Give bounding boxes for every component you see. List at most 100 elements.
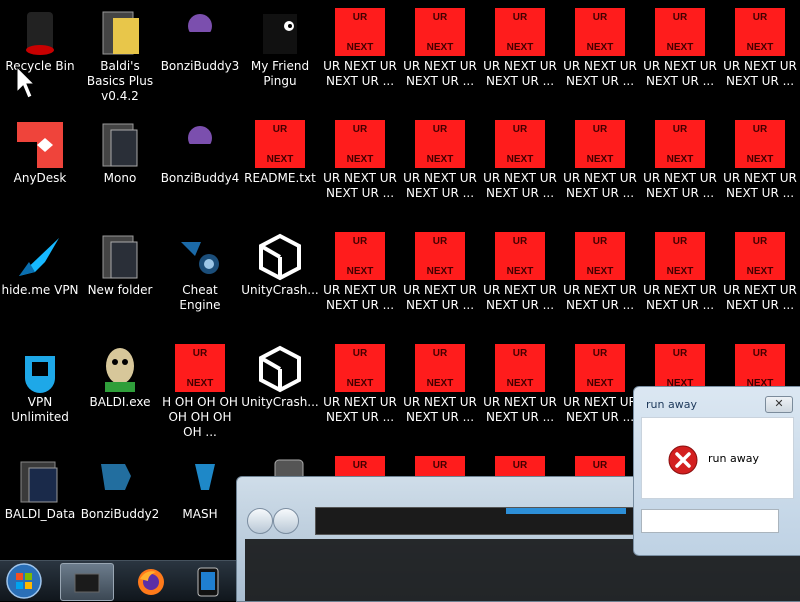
desktop-icon-ur-next[interactable]: UR NEXT UR NEXT UR NEXT UR ... bbox=[400, 226, 480, 336]
icon-label: UnityCrash... bbox=[241, 395, 319, 409]
mouse-cursor-icon bbox=[16, 66, 34, 99]
icon-label: UR NEXT UR NEXT UR ... bbox=[323, 59, 397, 88]
hideme-vpn-icon bbox=[19, 238, 59, 276]
ur-next-icon: UR NEXT bbox=[575, 232, 625, 280]
icon-label: UR NEXT UR NEXT UR ... bbox=[643, 283, 717, 312]
anydesk-icon bbox=[15, 122, 63, 168]
unity-icon bbox=[259, 345, 301, 393]
desktop-icon-readme[interactable]: UR NEXT README.txt bbox=[240, 114, 320, 224]
desktop-icon-ur-next[interactable]: UR NEXT UR NEXT UR NEXT UR ... bbox=[480, 338, 560, 448]
bonzibuddy-icon bbox=[101, 464, 131, 490]
desktop-icon-unitycrash-2[interactable]: UnityCrash... bbox=[240, 338, 320, 448]
ur-next-icon: UR NEXT bbox=[175, 344, 225, 392]
ur-next-icon: UR NEXT bbox=[735, 8, 785, 56]
ur-next-icon: UR NEXT bbox=[575, 8, 625, 56]
ur-next-icon: UR NEXT bbox=[495, 344, 545, 392]
progress-highlight bbox=[506, 508, 626, 514]
icon-label: UR NEXT UR NEXT UR ... bbox=[483, 395, 557, 424]
folder-icon bbox=[74, 573, 100, 593]
icon-label: BonziBuddy2 bbox=[80, 507, 160, 521]
desktop-icon-anydesk[interactable]: AnyDesk bbox=[0, 114, 80, 224]
desktop-icon-vpn-unlimited[interactable]: VPN Unlimited bbox=[0, 338, 80, 448]
desktop-icon-mash[interactable]: MASH bbox=[160, 450, 240, 560]
desktop-icon-ur-next[interactable]: UR NEXT UR NEXT UR NEXT UR ... bbox=[320, 338, 400, 448]
desktop-icon-ur-next[interactable]: UR NEXT UR NEXT UR NEXT UR ... bbox=[720, 2, 800, 112]
icon-label: UR NEXT UR NEXT UR ... bbox=[643, 59, 717, 88]
icon-label: UR NEXT UR NEXT UR ... bbox=[403, 171, 477, 200]
ur-next-icon: UR NEXT bbox=[335, 120, 385, 168]
taskbar-explorer-button[interactable] bbox=[60, 563, 114, 601]
desktop-icon-mono[interactable]: Mono bbox=[80, 114, 160, 224]
desktop-icon-hideme-vpn[interactable]: hide.me VPN bbox=[0, 226, 80, 336]
desktop-icon-h-oh-oh[interactable]: UR NEXT H OH OH OH OH OH OH OH ... bbox=[160, 338, 240, 448]
desktop-icon-ur-next[interactable]: UR NEXT UR NEXT UR NEXT UR ... bbox=[560, 114, 640, 224]
taskbar-app-button[interactable] bbox=[182, 563, 234, 599]
desktop-icon-ur-next[interactable]: UR NEXT UR NEXT UR NEXT UR ... bbox=[320, 226, 400, 336]
desktop-icon-bonzibuddy2[interactable]: BonziBuddy2 bbox=[80, 450, 160, 560]
folder-icon bbox=[20, 461, 58, 503]
desktop-icon-ur-next[interactable]: UR NEXT UR NEXT UR NEXT UR ... bbox=[720, 226, 800, 336]
dialog-title: run away bbox=[646, 398, 697, 411]
cheat-engine-icon bbox=[181, 242, 219, 274]
icon-label: BALDI_Data bbox=[4, 507, 76, 521]
dialog-message: run away bbox=[708, 452, 759, 465]
start-button[interactable] bbox=[4, 562, 44, 600]
desktop-icon-ur-next[interactable]: UR NEXT UR NEXT UR NEXT UR ... bbox=[480, 114, 560, 224]
forward-button[interactable] bbox=[273, 508, 299, 534]
desktop-icon-ur-next[interactable]: UR NEXT UR NEXT UR NEXT UR ... bbox=[320, 2, 400, 112]
desktop-icon-my-friend-pingu[interactable]: My Friend Pingu bbox=[240, 2, 320, 112]
dialog-input[interactable] bbox=[641, 509, 779, 533]
icon-label: UR NEXT UR NEXT UR ... bbox=[643, 171, 717, 200]
icon-label: UR NEXT UR NEXT UR ... bbox=[563, 395, 637, 424]
desktop-icon-ur-next[interactable]: UR NEXT UR NEXT UR NEXT UR ... bbox=[560, 226, 640, 336]
desktop-icon-ur-next[interactable]: UR NEXT UR NEXT UR NEXT UR ... bbox=[320, 114, 400, 224]
close-button[interactable]: ✕ bbox=[765, 396, 793, 413]
taskbar-firefox-button[interactable] bbox=[124, 563, 176, 599]
icon-label: UR NEXT UR NEXT UR ... bbox=[483, 283, 557, 312]
icon-label: Mono bbox=[103, 171, 137, 185]
icon-label: README.txt bbox=[244, 171, 316, 185]
desktop-icon-bonzibuddy4[interactable]: BonziBuddy4 bbox=[160, 114, 240, 224]
desktop-icon-ur-next[interactable]: UR NEXT UR NEXT UR NEXT UR ... bbox=[480, 226, 560, 336]
desktop-icon-ur-next[interactable]: UR NEXT UR NEXT UR NEXT UR ... bbox=[640, 2, 720, 112]
ur-next-icon: UR NEXT bbox=[415, 232, 465, 280]
phone-icon bbox=[197, 567, 219, 597]
ur-next-icon: UR NEXT bbox=[415, 120, 465, 168]
desktop-icon-recycle-bin[interactable]: Recycle Bin bbox=[0, 2, 80, 112]
desktop-icon-ur-next[interactable]: UR NEXT UR NEXT UR NEXT UR ... bbox=[480, 2, 560, 112]
bonzibuddy-icon bbox=[188, 126, 212, 166]
desktop-icon-baldi-exe[interactable]: BALDI.exe bbox=[80, 338, 160, 448]
ur-next-icon: UR NEXT bbox=[735, 344, 785, 392]
desktop-icon-ur-next[interactable]: UR NEXT UR NEXT UR NEXT UR ... bbox=[400, 338, 480, 448]
back-button[interactable] bbox=[247, 508, 273, 534]
ur-next-icon: UR NEXT bbox=[335, 8, 385, 56]
desktop-icon-ur-next[interactable]: UR NEXT UR NEXT UR NEXT UR ... bbox=[640, 114, 720, 224]
icon-label: Baldi's Basics Plus v0.4.2 bbox=[86, 59, 154, 103]
ur-next-icon: UR NEXT bbox=[415, 8, 465, 56]
icon-label: UR NEXT UR NEXT UR ... bbox=[403, 283, 477, 312]
icon-label: UR NEXT UR NEXT UR ... bbox=[723, 59, 797, 88]
vpn-unlimited-icon bbox=[25, 356, 55, 393]
desktop-icon-baldis-basics[interactable]: Baldi's Basics Plus v0.4.2 bbox=[80, 2, 160, 112]
desktop-icon-bonzibuddy3[interactable]: BonziBuddy3 bbox=[160, 2, 240, 112]
desktop-icon-ur-next[interactable]: UR NEXT UR NEXT UR NEXT UR ... bbox=[560, 338, 640, 448]
icon-label: Cheat Engine bbox=[179, 283, 221, 312]
ur-next-icon: UR NEXT bbox=[335, 232, 385, 280]
ur-next-icon: UR NEXT bbox=[735, 232, 785, 280]
icon-label: UR NEXT UR NEXT UR ... bbox=[323, 395, 397, 424]
desktop-icon-ur-next[interactable]: UR NEXT UR NEXT UR NEXT UR ... bbox=[640, 226, 720, 336]
icon-label: MASH bbox=[182, 507, 218, 521]
icon-label: Recycle Bin bbox=[5, 59, 75, 73]
icon-label: UnityCrash... bbox=[241, 283, 319, 297]
icon-label: AnyDesk bbox=[13, 171, 67, 185]
ur-next-icon: UR NEXT bbox=[255, 120, 305, 168]
desktop-icon-baldi-data[interactable]: BALDI_Data bbox=[0, 450, 80, 560]
desktop-icon-cheat-engine[interactable]: Cheat Engine bbox=[160, 226, 240, 336]
desktop-icon-ur-next[interactable]: UR NEXT UR NEXT UR NEXT UR ... bbox=[400, 2, 480, 112]
desktop-icon-unitycrash-1[interactable]: UnityCrash... bbox=[240, 226, 320, 336]
desktop-icon-new-folder[interactable]: New folder bbox=[80, 226, 160, 336]
pingu-icon bbox=[263, 14, 297, 54]
desktop-icon-ur-next[interactable]: UR NEXT UR NEXT UR NEXT UR ... bbox=[400, 114, 480, 224]
desktop-icon-ur-next[interactable]: UR NEXT UR NEXT UR NEXT UR ... bbox=[720, 114, 800, 224]
desktop-icon-ur-next[interactable]: UR NEXT UR NEXT UR NEXT UR ... bbox=[560, 2, 640, 112]
